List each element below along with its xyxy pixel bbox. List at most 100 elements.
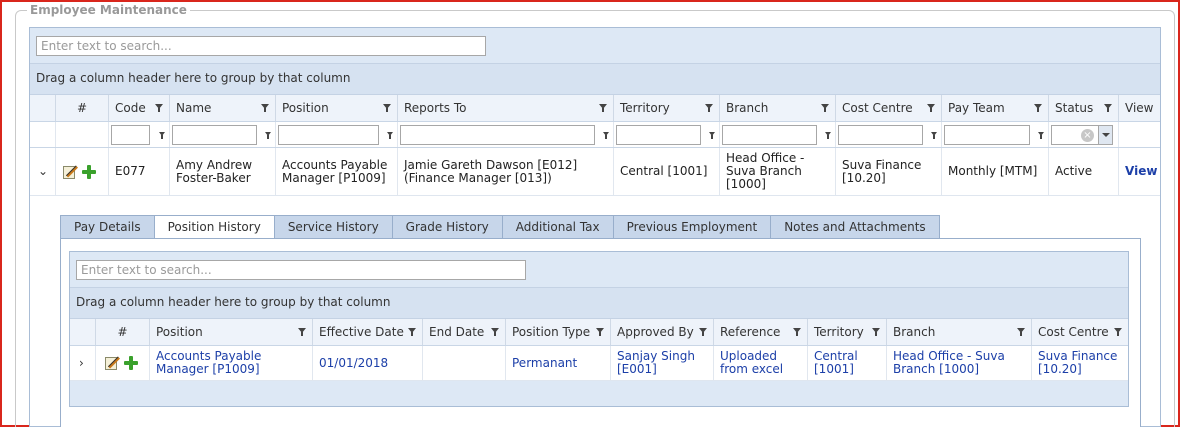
status-filter-combo[interactable]: × bbox=[1051, 124, 1113, 145]
inner-header-row: # Position Effective Date End Date Posit… bbox=[70, 319, 1128, 346]
header-number[interactable]: # bbox=[56, 95, 109, 121]
filter-icon[interactable] bbox=[599, 104, 607, 112]
inner-group-by-panel[interactable]: Drag a column header here to group by th… bbox=[70, 288, 1128, 319]
tab-service-history[interactable]: Service History bbox=[273, 215, 392, 239]
filter-icon[interactable] bbox=[596, 328, 604, 336]
position-history-grid: Drag a column header here to group by th… bbox=[69, 251, 1129, 407]
tab-pay-details[interactable]: Pay Details bbox=[60, 215, 154, 239]
cell-effective-date[interactable]: 01/01/2018 bbox=[313, 346, 423, 380]
cell-name: Amy Andrew Foster-Baker bbox=[170, 148, 276, 195]
reports-to-filter-input[interactable] bbox=[400, 124, 595, 145]
header-code[interactable]: Code bbox=[109, 95, 170, 121]
inner-header-position-type[interactable]: Position Type bbox=[506, 319, 611, 345]
inner-header-branch[interactable]: Branch bbox=[887, 319, 1032, 345]
header-reports-to[interactable]: Reports To bbox=[398, 95, 614, 121]
filter-icon[interactable] bbox=[1034, 104, 1042, 112]
tab-grade-history[interactable]: Grade History bbox=[391, 215, 502, 239]
cell-end-date[interactable] bbox=[423, 346, 506, 380]
filter-icon[interactable] bbox=[705, 104, 713, 112]
chevron-down-icon[interactable]: ⌄ bbox=[38, 165, 48, 178]
filter-cell-cost-centre bbox=[836, 122, 942, 147]
filter-icon[interactable] bbox=[408, 328, 416, 336]
inner-header-cost-centre[interactable]: Cost Centre bbox=[1032, 319, 1128, 345]
filter-icon[interactable] bbox=[387, 131, 393, 139]
territory-filter-input[interactable] bbox=[616, 124, 701, 145]
filter-icon[interactable] bbox=[383, 104, 391, 112]
filter-icon[interactable] bbox=[261, 104, 269, 112]
filter-icon[interactable] bbox=[265, 131, 271, 139]
filter-icon[interactable] bbox=[825, 131, 831, 139]
tab-previous-employment[interactable]: Previous Employment bbox=[612, 215, 771, 239]
header-pay-team[interactable]: Pay Team bbox=[942, 95, 1049, 121]
tab-position-history[interactable]: Position History bbox=[153, 215, 274, 239]
cell-territory[interactable]: Central [1001] bbox=[808, 346, 887, 380]
inner-header-end-date[interactable]: End Date bbox=[423, 319, 506, 345]
add-icon[interactable] bbox=[81, 164, 97, 180]
filter-row: × bbox=[30, 122, 1160, 148]
name-filter-input[interactable] bbox=[172, 124, 257, 145]
group-by-panel[interactable]: Drag a column header here to group by th… bbox=[30, 64, 1160, 95]
inner-header-effective-date[interactable]: Effective Date bbox=[313, 319, 423, 345]
filter-icon[interactable] bbox=[159, 131, 165, 139]
tab-notes-and-attachments[interactable]: Notes and Attachments bbox=[770, 215, 940, 239]
header-branch[interactable]: Branch bbox=[720, 95, 836, 121]
edit-icon[interactable] bbox=[104, 355, 121, 371]
inner-header-position[interactable]: Position bbox=[150, 319, 313, 345]
filter-icon[interactable] bbox=[699, 328, 707, 336]
table-row[interactable]: › Accounts Payable Manager [P1009] 01/01… bbox=[70, 346, 1128, 381]
header-territory[interactable]: Territory bbox=[614, 95, 720, 121]
filter-icon[interactable] bbox=[1038, 131, 1044, 139]
cell-approved-by[interactable]: Sanjay Singh [E001] bbox=[611, 346, 714, 380]
inner-header-territory[interactable]: Territory bbox=[808, 319, 887, 345]
branch-filter-input[interactable] bbox=[722, 124, 817, 145]
inner-search-input[interactable] bbox=[76, 260, 526, 280]
header-position[interactable]: Position bbox=[276, 95, 398, 121]
pay-team-filter-input[interactable] bbox=[944, 124, 1030, 145]
filter-icon[interactable] bbox=[603, 131, 609, 139]
filter-icon[interactable] bbox=[1017, 328, 1025, 336]
inner-grid-footer bbox=[70, 381, 1128, 406]
cell-reference[interactable]: Uploaded from excel bbox=[714, 346, 808, 380]
filter-icon[interactable] bbox=[298, 328, 306, 336]
row-actions-cell bbox=[56, 148, 109, 195]
view-link[interactable]: View bbox=[1125, 165, 1157, 178]
tab-additional-tax[interactable]: Additional Tax bbox=[501, 215, 613, 239]
inner-header-approved-by[interactable]: Approved By bbox=[611, 319, 714, 345]
chevron-down-icon[interactable] bbox=[1098, 125, 1112, 144]
filter-cell-view bbox=[1119, 122, 1160, 147]
cell-position-type[interactable]: Permanant bbox=[506, 346, 611, 380]
cell-view: View bbox=[1119, 148, 1160, 195]
table-row[interactable]: ⌄ E077 Amy Andrew Foster-Baker Accounts … bbox=[30, 148, 1160, 196]
row-expand-cell[interactable]: ⌄ bbox=[30, 148, 56, 195]
filter-icon[interactable] bbox=[155, 104, 163, 112]
filter-icon[interactable] bbox=[931, 131, 937, 139]
header-view: View bbox=[1125, 101, 1154, 115]
header-status[interactable]: Status bbox=[1049, 95, 1119, 121]
grid-search-input[interactable] bbox=[36, 36, 486, 56]
filter-icon[interactable] bbox=[821, 104, 829, 112]
cost-centre-filter-input[interactable] bbox=[838, 124, 923, 145]
filter-icon[interactable] bbox=[927, 104, 935, 112]
filter-icon[interactable] bbox=[709, 131, 715, 139]
inner-header-number[interactable]: # bbox=[96, 319, 150, 345]
filter-icon[interactable] bbox=[1104, 104, 1112, 112]
cell-pay-team: Monthly [MTM] bbox=[942, 148, 1049, 195]
filter-cell-number bbox=[56, 122, 109, 147]
cell-branch[interactable]: Head Office - Suva Branch [1000] bbox=[887, 346, 1032, 380]
filter-icon[interactable] bbox=[491, 328, 499, 336]
clear-icon[interactable]: × bbox=[1081, 128, 1094, 142]
filter-icon[interactable] bbox=[1114, 328, 1122, 336]
position-filter-input[interactable] bbox=[278, 124, 379, 145]
add-icon[interactable] bbox=[123, 355, 139, 371]
inner-row-expand-cell[interactable]: › bbox=[70, 346, 96, 380]
header-cost-centre[interactable]: Cost Centre bbox=[836, 95, 942, 121]
filter-icon[interactable] bbox=[793, 328, 801, 336]
header-name[interactable]: Name bbox=[170, 95, 276, 121]
filter-icon[interactable] bbox=[872, 328, 880, 336]
edit-icon[interactable] bbox=[62, 164, 79, 180]
cell-position[interactable]: Accounts Payable Manager [P1009] bbox=[150, 346, 313, 380]
inner-header-reference[interactable]: Reference bbox=[714, 319, 808, 345]
cell-cost-centre[interactable]: Suva Finance [10.20] bbox=[1032, 346, 1128, 380]
code-filter-input[interactable] bbox=[111, 124, 150, 145]
chevron-right-icon[interactable]: › bbox=[79, 356, 84, 370]
